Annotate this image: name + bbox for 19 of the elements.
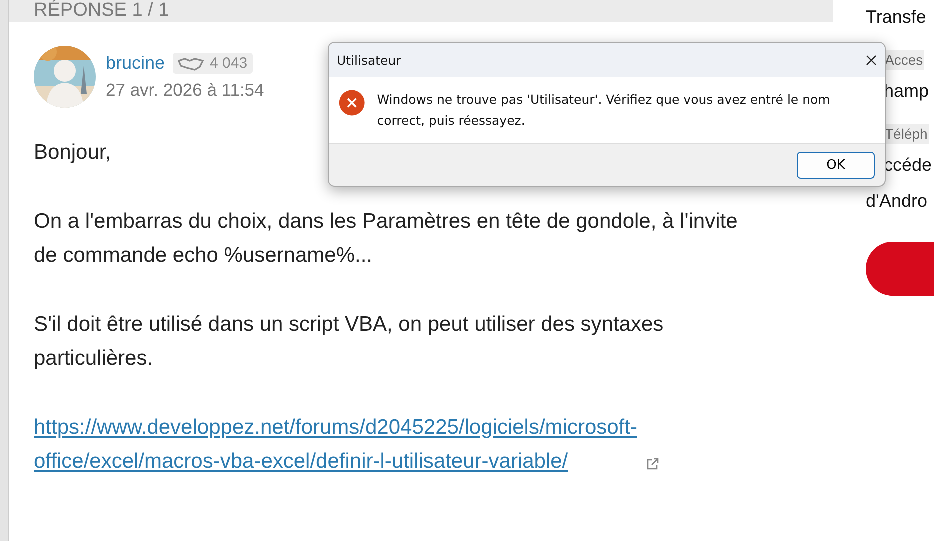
reputation-badge: 4 043 [173,53,253,74]
external-link-icon [647,458,659,470]
handshake-icon [178,56,204,70]
category-tag: Acces [884,50,924,70]
close-icon[interactable] [866,54,877,66]
error-message: Windows ne trouve pas 'Utilisateur'. Vérifiez que vous avez entré le nom correct, puis réessayez. [377,91,832,130]
post-paragraph: On a l'embarras du choix, dans les Paramètres en tête de gondole, à l'invite de commande echo %username%... [34,209,739,269]
category-tag: Téléph [884,124,929,144]
post-link[interactable]: https://www.developpez.net/forums/d2045225/logiciels/microsoft-office/excel/macros-vba-excel/definir-l-utilisateur-variable/ [34,411,642,479]
sidebar-text: ccéde [884,154,932,177]
sidebar-text: d'Andro [866,190,928,213]
sidebar-text: Transfe [866,6,926,29]
ok-button[interactable]: OK [797,152,875,178]
author-name[interactable]: brucine [106,53,166,74]
post-paragraph: Bonjour, [34,140,112,166]
dialog-title: Utilisateur [337,52,402,68]
sidebar-text: hamp [884,80,930,103]
post-paragraph: S'il doit être utilisé dans un script VBA, on peut utiliser des syntaxes particulières. [34,312,665,372]
post-date: 27 avr. 2026 à 11:54 [106,80,264,101]
